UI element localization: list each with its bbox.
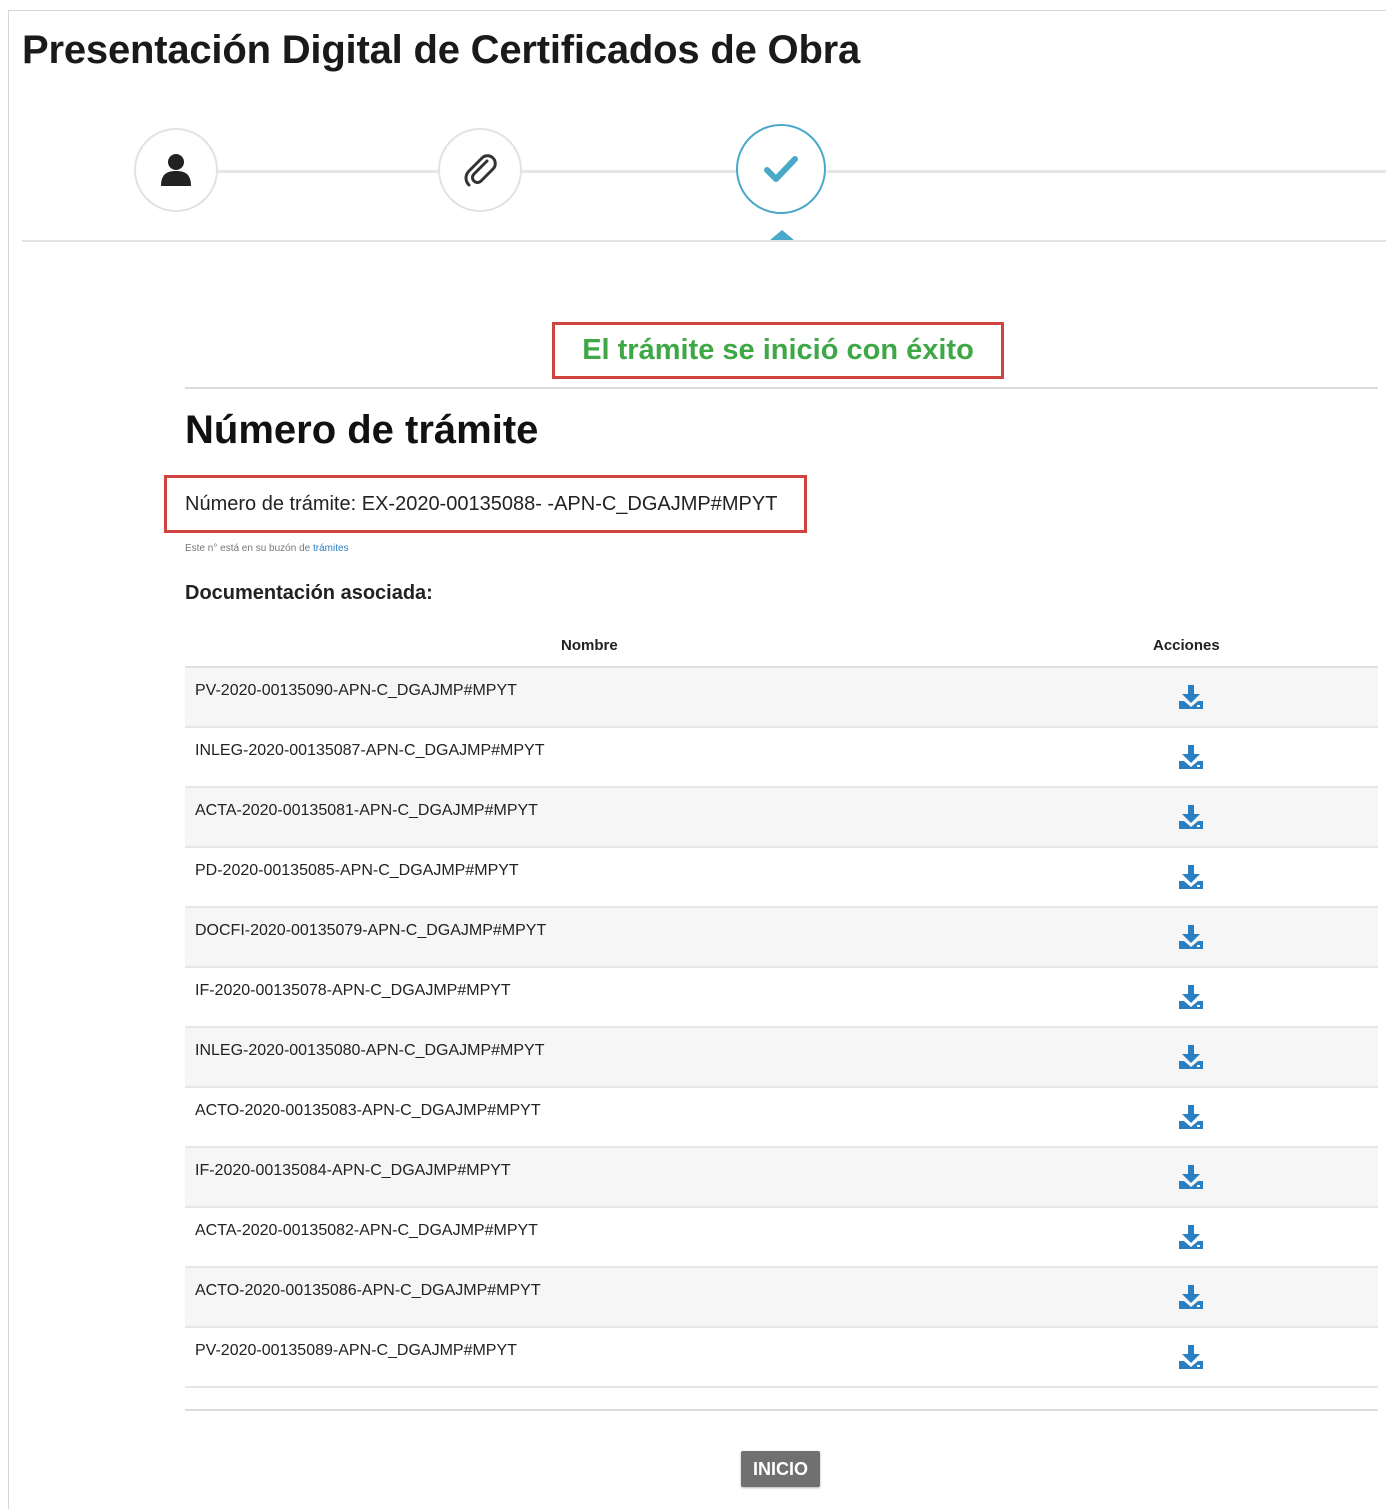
column-header-actions: Acciones xyxy=(1153,637,1220,654)
tramite-number-box: Número de trámite: EX-2020-00135088- -AP… xyxy=(164,475,807,533)
document-name: ACTA-2020-00135081-APN-C_DGAJMP#MPYT xyxy=(195,802,538,819)
download-icon[interactable] xyxy=(1177,1104,1205,1130)
table-row: ACTA-2020-00135081-APN-C_DGAJMP#MPYT xyxy=(185,788,1378,848)
table-row: INLEG-2020-00135087-APN-C_DGAJMP#MPYT xyxy=(185,728,1378,788)
document-name: ACTA-2020-00135082-APN-C_DGAJMP#MPYT xyxy=(195,1222,538,1239)
download-icon[interactable] xyxy=(1177,1284,1205,1310)
document-name: ACTO-2020-00135083-APN-C_DGAJMP#MPYT xyxy=(195,1102,541,1119)
download-icon[interactable] xyxy=(1177,1344,1205,1370)
table-row: PD-2020-00135085-APN-C_DGAJMP#MPYT xyxy=(185,848,1378,908)
download-icon[interactable] xyxy=(1177,1044,1205,1070)
document-name: DOCFI-2020-00135079-APN-C_DGAJMP#MPYT xyxy=(195,922,547,939)
stepper-divider xyxy=(22,240,1386,242)
document-name: PV-2020-00135089-APN-C_DGAJMP#MPYT xyxy=(195,1342,517,1359)
download-icon[interactable] xyxy=(1177,804,1205,830)
download-icon[interactable] xyxy=(1177,744,1205,770)
table-header: Nombre Acciones xyxy=(185,630,1378,668)
user-icon xyxy=(161,154,191,186)
table-body: PV-2020-00135090-APN-C_DGAJMP#MPYT INLEG-… xyxy=(185,668,1378,1388)
tramite-note: Este n° está en su buzón de trámites xyxy=(185,543,349,554)
inicio-button[interactable]: INICIO xyxy=(741,1451,820,1487)
section-divider xyxy=(185,387,1378,389)
document-name: IF-2020-00135078-APN-C_DGAJMP#MPYT xyxy=(195,982,511,999)
document-name: PV-2020-00135090-APN-C_DGAJMP#MPYT xyxy=(195,682,517,699)
table-row: PV-2020-00135090-APN-C_DGAJMP#MPYT xyxy=(185,668,1378,728)
table-row: DOCFI-2020-00135079-APN-C_DGAJMP#MPYT xyxy=(185,908,1378,968)
stepper-connector xyxy=(218,170,438,173)
table-row: PV-2020-00135089-APN-C_DGAJMP#MPYT xyxy=(185,1328,1378,1388)
column-header-name: Nombre xyxy=(561,637,618,654)
table-row: ACTA-2020-00135082-APN-C_DGAJMP#MPYT xyxy=(185,1208,1378,1268)
check-icon xyxy=(764,156,798,182)
tramite-heading: Número de trámite xyxy=(185,408,539,452)
document-name: INLEG-2020-00135087-APN-C_DGAJMP#MPYT xyxy=(195,742,545,759)
table-row: INLEG-2020-00135080-APN-C_DGAJMP#MPYT xyxy=(185,1028,1378,1088)
document-name: IF-2020-00135084-APN-C_DGAJMP#MPYT xyxy=(195,1162,511,1179)
download-icon[interactable] xyxy=(1177,864,1205,890)
document-name: INLEG-2020-00135080-APN-C_DGAJMP#MPYT xyxy=(195,1042,545,1059)
stepper-connector xyxy=(522,170,742,173)
download-icon[interactable] xyxy=(1177,1224,1205,1250)
progress-stepper xyxy=(22,120,1386,245)
table-row: ACTO-2020-00135083-APN-C_DGAJMP#MPYT xyxy=(185,1088,1378,1148)
download-icon[interactable] xyxy=(1177,924,1205,950)
stepper-connector xyxy=(827,170,1386,173)
table-row: IF-2020-00135078-APN-C_DGAJMP#MPYT xyxy=(185,968,1378,1028)
documents-table: Nombre Acciones PV-2020-00135090-APN-C_D… xyxy=(185,630,1378,1388)
paperclip-icon xyxy=(464,154,497,187)
table-bottom-divider xyxy=(185,1409,1378,1411)
document-name: PD-2020-00135085-APN-C_DGAJMP#MPYT xyxy=(195,862,519,879)
step-user[interactable] xyxy=(134,128,218,212)
success-banner: El trámite se inició con éxito xyxy=(552,322,1004,379)
page-title: Presentación Digital de Certificados de … xyxy=(22,28,861,72)
download-icon[interactable] xyxy=(1177,1164,1205,1190)
table-row: IF-2020-00135084-APN-C_DGAJMP#MPYT xyxy=(185,1148,1378,1208)
success-message: El trámite se inició con éxito xyxy=(582,334,974,366)
documents-heading: Documentación asociada: xyxy=(185,582,433,604)
step-attachments[interactable] xyxy=(438,128,522,212)
step-confirmation[interactable] xyxy=(736,124,826,214)
active-step-caret xyxy=(770,230,794,240)
download-icon[interactable] xyxy=(1177,984,1205,1010)
table-row: ACTO-2020-00135086-APN-C_DGAJMP#MPYT xyxy=(185,1268,1378,1328)
tramites-link[interactable]: trámites xyxy=(313,543,349,554)
tramite-number: Número de trámite: EX-2020-00135088- -AP… xyxy=(185,492,778,515)
download-icon[interactable] xyxy=(1177,684,1205,710)
note-text: Este n° está en su buzón de xyxy=(185,543,313,554)
document-name: ACTO-2020-00135086-APN-C_DGAJMP#MPYT xyxy=(195,1282,541,1299)
